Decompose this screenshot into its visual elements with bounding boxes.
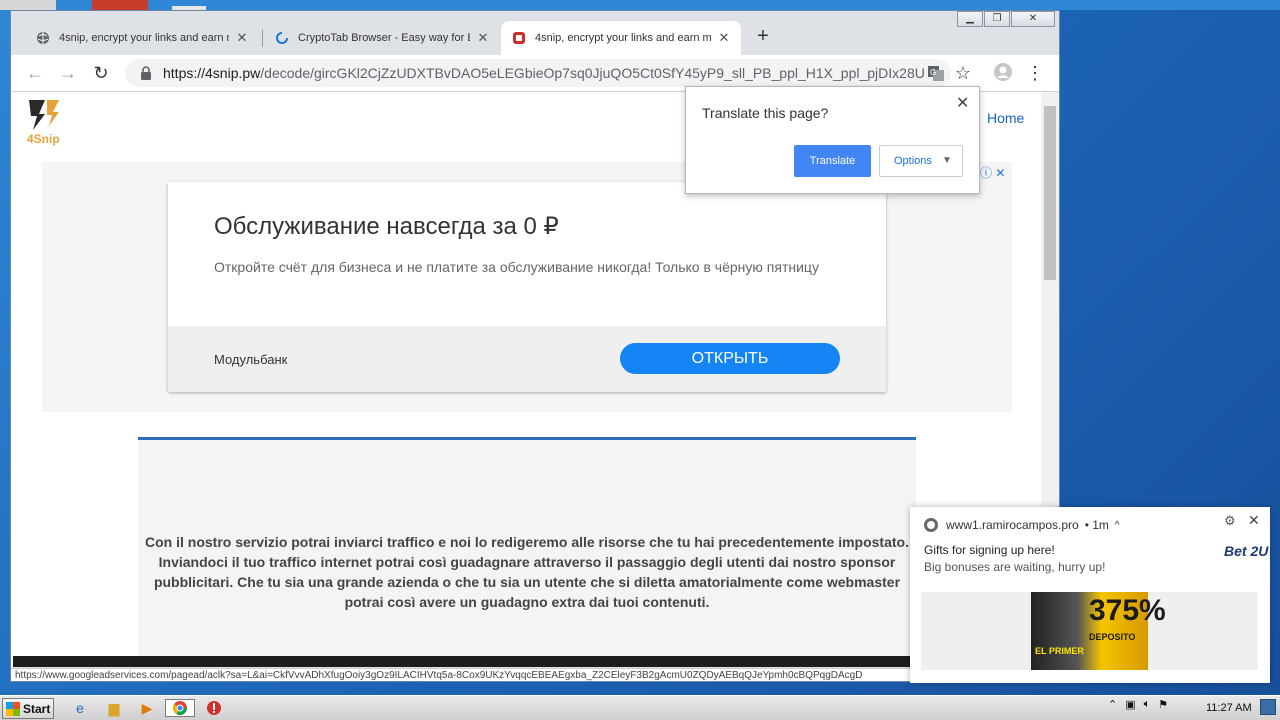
globe-icon: [35, 30, 51, 46]
volume-icon[interactable]: 🔈︎: [1144, 698, 1151, 711]
back-button[interactable]: ←: [23, 62, 47, 86]
new-tab-button[interactable]: +: [751, 25, 775, 49]
translate-popup-title: Translate this page?: [702, 105, 829, 121]
taskbar-clock[interactable]: 11:27 AM: [1206, 702, 1252, 714]
content-paragraph: Con il nostro servizio potrai inviarci t…: [145, 534, 909, 610]
lock-icon: [135, 62, 157, 84]
ad-brand: Модульбанк: [214, 352, 288, 367]
tab-close-icon[interactable]: ✕: [235, 30, 249, 46]
action-center-flag-icon[interactable]: ⚑: [1158, 698, 1168, 711]
notification-site: www1.ramirocampos.pro: [946, 518, 1079, 532]
tab-title: 4snip, encrypt your links and earn m: [59, 32, 229, 44]
tab-close-icon[interactable]: ✕: [476, 30, 490, 46]
menu-kebab-icon[interactable]: ⋮: [1023, 62, 1047, 86]
chrome-taskbar-icon[interactable]: [165, 699, 195, 717]
notification-source: www1.ramirocampos.pro • 1m ^: [924, 518, 1120, 532]
taskbar: Start e ▆ ▶ ⌃ ▣ 🔈︎ ⚑ 11:27 AM: [0, 695, 1280, 720]
notification-promo-image: 375% DEPOSITO EL PRIMER: [1031, 592, 1166, 670]
maximize-button[interactable]: ❐: [984, 11, 1010, 27]
ad-container: ⓘ ✕ Обслуживание навсегда за 0 ₽ Откройт…: [42, 162, 1012, 412]
minimize-button[interactable]: ▁: [957, 11, 983, 27]
window-controls: ▁ ❐ ✕: [956, 11, 1055, 27]
network-icon[interactable]: ▣: [1125, 698, 1135, 711]
gear-icon[interactable]: ⚙: [1224, 513, 1236, 529]
translate-button[interactable]: Translate: [794, 145, 871, 177]
system-tray: ⌃ ▣ 🔈︎ ⚑: [1108, 698, 1176, 711]
tab-title: CryptoTab Browser - Easy way for Bi: [298, 32, 470, 44]
show-desktop-button[interactable]: [1260, 699, 1276, 715]
ad-title[interactable]: Обслуживание навсегда за 0 ₽: [214, 212, 559, 241]
loading-icon: [274, 30, 290, 46]
close-icon[interactable]: ✕: [956, 93, 969, 113]
close-icon[interactable]: ✕: [1248, 512, 1260, 529]
scrollbar-thumb[interactable]: [1044, 106, 1056, 280]
start-button[interactable]: Start: [2, 698, 54, 719]
tab-strip: 4snip, encrypt your links and earn m ✕ C…: [11, 11, 1059, 55]
translate-popup: Translate this page? ✕ Translate Options…: [685, 86, 980, 194]
translate-options-button[interactable]: Options ▼: [879, 145, 963, 177]
bookmark-star-icon[interactable]: ☆: [951, 62, 975, 86]
url-host: https://4snip.pw: [163, 65, 261, 81]
tab-4snip-1[interactable]: 4snip, encrypt your links and earn m ✕: [25, 21, 259, 55]
push-notification[interactable]: www1.ramirocampos.pro • 1m ^ ⚙ ✕ Gifts f…: [910, 507, 1270, 683]
ad-footer: Модульбанк ОТКРЫТЬ: [168, 326, 886, 392]
ad-description: Откройте счёт для бизнеса и не платите з…: [214, 259, 819, 275]
chevron-up-icon[interactable]: ^: [1115, 520, 1120, 531]
notification-body: Big bonuses are waiting, hurry up!: [924, 560, 1106, 574]
security-warning-icon[interactable]: [204, 699, 224, 717]
background-window-edge: [0, 0, 1280, 10]
promo-percent: 375%: [1089, 594, 1166, 627]
content-panel: Con il nostro servizio potrai inviarci t…: [138, 437, 916, 667]
tray-expand-icon[interactable]: ⌃: [1108, 698, 1117, 711]
tab-4snip-active[interactable]: 4snip, encrypt your links and earn m ✕: [501, 21, 741, 55]
tab-cryptotab[interactable]: CryptoTab Browser - Easy way for Bi ✕: [264, 21, 500, 55]
ad-card[interactable]: Обслуживание навсегда за 0 ₽ Откройте сч…: [168, 182, 886, 392]
notification-image-area: 375% DEPOSITO EL PRIMER: [921, 592, 1258, 670]
folder-icon[interactable]: ▆: [104, 699, 124, 717]
reload-button[interactable]: ↻: [89, 62, 113, 86]
profile-avatar-icon[interactable]: [991, 62, 1015, 86]
bet2u-logo: Bet 2U: [1224, 543, 1269, 559]
media-player-icon[interactable]: ▶: [137, 699, 157, 717]
forward-button[interactable]: →: [56, 62, 80, 86]
status-url-bubble: https://www.googleadservices.com/pagead/…: [11, 668, 1059, 681]
address-bar[interactable]: https://4snip.pw/decode/gircGKl2CjZzUDXT…: [125, 59, 951, 87]
svg-text:G: G: [930, 68, 936, 77]
windows-logo-icon: [6, 701, 20, 716]
options-label: Options: [894, 155, 932, 167]
promo-lefttext: EL PRIMER: [1035, 646, 1084, 656]
translate-icon[interactable]: G: [925, 62, 947, 84]
tab-separator: [262, 29, 263, 47]
site-logo-text: 4Snip: [27, 132, 60, 146]
tab-close-icon[interactable]: ✕: [717, 30, 731, 46]
nav-home-link[interactable]: Home: [987, 110, 1024, 126]
promo-subtext: DEPOSITO: [1089, 632, 1136, 642]
start-label: Start: [23, 701, 51, 716]
url-text: https://4snip.pw/decode/gircGKl2CjZzUDXT…: [163, 65, 925, 81]
background-window-part: [92, 0, 148, 10]
chrome-icon: [924, 518, 938, 532]
notification-title: Gifts for signing up here!: [924, 543, 1055, 557]
4snip-favicon-icon: [511, 30, 527, 46]
internet-explorer-icon[interactable]: e: [70, 699, 90, 717]
window-close-button[interactable]: ✕: [1011, 11, 1055, 27]
url-path: /decode/gircGKl2CjZzUDXTBvDAO5eLEGbieOp7…: [260, 65, 925, 81]
chevron-down-icon: ▼: [942, 155, 952, 166]
tab-title: 4snip, encrypt your links and earn m: [535, 32, 711, 44]
cookie-banner: [13, 656, 911, 667]
ad-choices-icon[interactable]: ⓘ ✕: [980, 164, 1005, 181]
background-window-part: [0, 0, 56, 10]
ad-open-button[interactable]: ОТКРЫТЬ: [620, 343, 840, 374]
notification-time: • 1m: [1084, 518, 1109, 532]
